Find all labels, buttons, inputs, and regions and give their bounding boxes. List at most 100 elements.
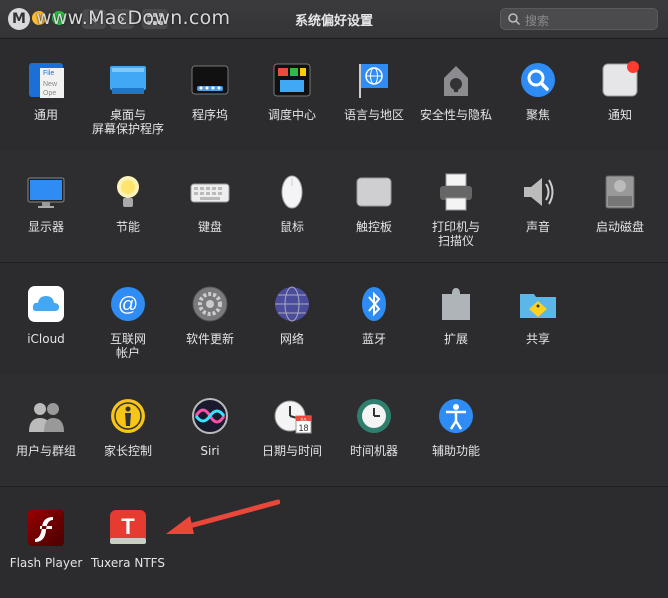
pref-pane-network[interactable]: 网络 xyxy=(251,284,333,346)
pref-pane-label: 语言与地区 xyxy=(343,108,404,122)
search-field[interactable]: 搜索 xyxy=(500,8,658,30)
annotation-arrow xyxy=(166,499,280,534)
internet-accounts-icon: @ xyxy=(108,284,148,324)
svg-text:JUL: JUL xyxy=(300,416,308,421)
language-region-icon xyxy=(354,60,394,100)
pref-pane-label: 程序坞 xyxy=(191,108,228,122)
pref-pane-label: 日期与时间 xyxy=(261,444,322,458)
pref-pane-bluetooth[interactable]: 蓝牙 xyxy=(333,284,415,346)
startup-disk-icon xyxy=(600,172,640,212)
pref-pane-label: 共享 xyxy=(525,332,550,346)
pref-pane-label: 网络 xyxy=(279,332,304,346)
pref-pane-energy-saver[interactable]: 节能 xyxy=(87,172,169,234)
pref-pane-label: 触控板 xyxy=(355,220,392,234)
pref-pane-icloud[interactable]: iCloud xyxy=(5,284,87,346)
energy-saver-icon xyxy=(108,172,148,212)
pref-pane-trackpad[interactable]: 触控板 xyxy=(333,172,415,234)
displays-icon xyxy=(26,172,66,212)
spotlight-icon xyxy=(518,60,558,100)
pref-pane-sound[interactable]: 声音 xyxy=(497,172,579,234)
pref-pane-siri[interactable]: Siri xyxy=(169,396,251,458)
desktop-screensaver-icon xyxy=(108,60,148,100)
pref-pane-dock[interactable]: 程序坞 xyxy=(169,60,251,122)
accessibility-icon xyxy=(436,396,476,436)
bluetooth-icon xyxy=(354,284,394,324)
mouse-icon xyxy=(272,172,312,212)
svg-text:New: New xyxy=(43,81,58,88)
pref-pane-language-region[interactable]: 语言与地区 xyxy=(333,60,415,122)
pref-pane-label: 显示器 xyxy=(27,220,64,234)
sharing-icon xyxy=(518,284,558,324)
pref-pane-users-groups[interactable]: 用户与群组 xyxy=(5,396,87,458)
pref-pane-date-time[interactable]: JUL 18 日期与时间 xyxy=(251,396,333,458)
pref-pane-spotlight[interactable]: 聚焦 xyxy=(497,60,579,122)
search-icon xyxy=(508,13,521,26)
date-time-icon: JUL 18 xyxy=(272,396,312,436)
pref-pane-label: 鼠标 xyxy=(279,220,304,234)
siri-icon xyxy=(190,396,230,436)
software-update-icon xyxy=(190,284,230,324)
svg-text:@: @ xyxy=(118,294,138,316)
pref-pane-extensions[interactable]: 扩展 xyxy=(415,284,497,346)
keyboard-icon xyxy=(190,172,230,212)
pref-pane-time-machine[interactable]: 时间机器 xyxy=(333,396,415,458)
pref-pane-flash-player[interactable]: Flash Player xyxy=(5,508,87,570)
pref-pane-label: Tuxera NTFS xyxy=(91,556,165,570)
pref-pane-label: Siri xyxy=(200,444,220,458)
pref-pane-security-privacy[interactable]: 安全性与隐私 xyxy=(415,60,497,122)
printers-scanners-icon xyxy=(436,172,476,212)
pref-pane-software-update[interactable]: 软件更新 xyxy=(169,284,251,346)
pref-pane-general[interactable]: File New Ope 通用 xyxy=(5,60,87,122)
svg-text:18: 18 xyxy=(298,423,308,433)
pref-pane-label: 键盘 xyxy=(197,220,222,234)
trackpad-icon xyxy=(354,172,394,212)
svg-text:Ope: Ope xyxy=(43,90,56,97)
sound-icon xyxy=(518,172,558,212)
search-placeholder: 搜索 xyxy=(525,14,550,28)
pref-pane-label: iCloud xyxy=(27,332,65,346)
dock-icon xyxy=(190,60,230,100)
pref-pane-tuxera-ntfs[interactable]: T Tuxera NTFS xyxy=(87,508,169,570)
pref-pane-label: 聚焦 xyxy=(525,108,550,122)
pref-pane-label: 家长控制 xyxy=(103,444,152,458)
pref-pane-label: 扩展 xyxy=(443,332,468,346)
network-icon xyxy=(272,284,312,324)
pref-pane-keyboard[interactable]: 键盘 xyxy=(169,172,251,234)
pref-pane-label: 通知 xyxy=(607,108,632,122)
pane-row: Flash Player T Tuxera NTFS xyxy=(0,486,668,598)
pref-pane-label: 互联网 帐户 xyxy=(109,332,146,360)
pref-pane-notifications[interactable]: 通知 xyxy=(579,60,661,122)
svg-text:T: T xyxy=(121,514,135,539)
icloud-icon xyxy=(26,284,66,324)
pane-row: 显示器 节能 键盘 鼠标 触控板 打印机与 扫描仪 声音 启动磁盘 xyxy=(0,150,668,263)
pref-pane-label: 安全性与隐私 xyxy=(419,108,492,122)
pref-pane-label: 通用 xyxy=(33,108,58,122)
pref-pane-desktop-screensaver[interactable]: 桌面与 屏幕保护程序 xyxy=(87,60,169,136)
pref-pane-displays[interactable]: 显示器 xyxy=(5,172,87,234)
system-preferences-window: ‹ › M www.MacDown.com 系统偏好设置 搜索 File New O… xyxy=(0,0,668,598)
pref-pane-internet-accounts[interactable]: @ 互联网 帐户 xyxy=(87,284,169,360)
pref-pane-mouse[interactable]: 鼠标 xyxy=(251,172,333,234)
pref-pane-startup-disk[interactable]: 启动磁盘 xyxy=(579,172,661,234)
mission-control-icon xyxy=(272,60,312,100)
pref-pane-parental-controls[interactable]: 家长控制 xyxy=(87,396,169,458)
pref-pane-printers-scanners[interactable]: 打印机与 扫描仪 xyxy=(415,172,497,248)
pref-pane-label: 打印机与 扫描仪 xyxy=(431,220,480,248)
pref-pane-sharing[interactable]: 共享 xyxy=(497,284,579,346)
pref-pane-label: 蓝牙 xyxy=(361,332,386,346)
pane-row: File New Ope 通用 桌面与 屏幕保护程序 程序坞 调度中心 语言与地区 安全性与隐私… xyxy=(0,38,668,151)
pref-pane-label: 软件更新 xyxy=(185,332,234,346)
svg-text:File: File xyxy=(43,70,54,77)
title-bar: ‹ › M www.MacDown.com 系统偏好设置 搜索 xyxy=(0,0,668,39)
pref-pane-label: 用户与群组 xyxy=(15,444,76,458)
parental-controls-icon xyxy=(108,396,148,436)
pref-pane-label: 时间机器 xyxy=(349,444,398,458)
extensions-icon xyxy=(436,284,476,324)
notifications-icon xyxy=(600,60,640,100)
pref-pane-label: 调度中心 xyxy=(267,108,316,122)
pref-pane-accessibility[interactable]: 辅助功能 xyxy=(415,396,497,458)
pref-pane-label: 辅助功能 xyxy=(431,444,480,458)
flash-player-icon xyxy=(26,508,66,548)
pane-row: iCloud @ 互联网 帐户 软件更新 网络 蓝牙 扩展 共享 xyxy=(0,262,668,375)
pref-pane-mission-control[interactable]: 调度中心 xyxy=(251,60,333,122)
